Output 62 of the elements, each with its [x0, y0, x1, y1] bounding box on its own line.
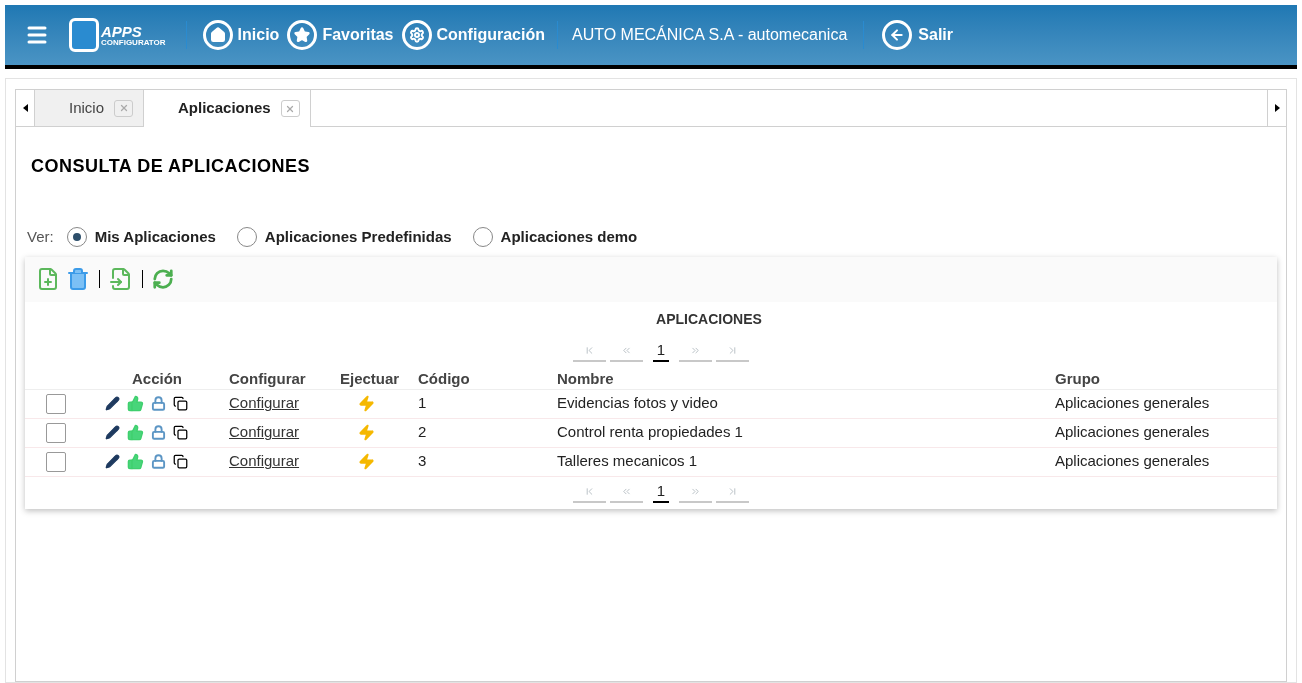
code-cell-text: 3: [418, 451, 428, 472]
page-number: 1: [652, 339, 670, 362]
nav-link[interactable]: Favoritas: [287, 20, 394, 50]
nav-link[interactable]: Inicio: [202, 20, 280, 50]
configure-link[interactable]: Configurar: [229, 450, 340, 473]
column-header: Configurar: [229, 368, 307, 389]
column-header: Nombre: [557, 368, 615, 389]
pencil-icon[interactable]: [105, 425, 120, 440]
column-header: Grupo: [1055, 368, 1101, 389]
name-cell-text: Control renta propiedades 1: [557, 422, 744, 443]
tab[interactable]: Aplicaciones: [144, 90, 311, 127]
logout-link[interactable]: Salir: [882, 20, 953, 50]
grid-caption: APLICACIONES: [655, 309, 763, 329]
nav-link[interactable]: Configuración: [401, 20, 545, 50]
thumbs-up-icon[interactable]: [127, 395, 144, 412]
copy-icon[interactable]: [173, 425, 188, 440]
group-cell-text: Aplicaciones generales: [1055, 422, 1211, 443]
trash-icon[interactable]: [66, 267, 90, 291]
close-icon[interactable]: [280, 100, 300, 117]
configure-link[interactable]: Configurar: [229, 421, 340, 444]
thumbs-up-icon[interactable]: [127, 424, 144, 441]
refresh-icon[interactable]: [152, 268, 174, 290]
logo-subtext: CONFIGURATOR: [101, 38, 166, 47]
lock-icon[interactable]: [151, 425, 166, 440]
pencil-icon[interactable]: [105, 454, 120, 469]
row-checkbox[interactable]: [46, 393, 66, 414]
lock-icon[interactable]: [151, 396, 166, 411]
radio-option[interactable]: Aplicaciones Predefinidas: [236, 226, 452, 249]
close-icon[interactable]: [114, 99, 134, 117]
pencil-icon[interactable]: [105, 396, 120, 411]
row-checkbox[interactable]: [46, 422, 66, 443]
page-title: CONSULTA DE APLICACIONES: [31, 155, 311, 178]
page-number: 1: [652, 480, 670, 503]
group-cell-text: Aplicaciones generales: [1055, 451, 1211, 472]
thumbs-up-icon[interactable]: [127, 453, 144, 470]
lightning-icon[interactable]: [358, 424, 375, 441]
radio-option[interactable]: Mis Aplicaciones: [66, 226, 216, 249]
group-cell-text: Aplicaciones generales: [1055, 393, 1211, 414]
name-cell-text: Talleres mecanicos 1: [557, 451, 699, 472]
configure-link[interactable]: Configurar: [229, 392, 340, 415]
copy-icon[interactable]: [173, 396, 188, 411]
column-header: Ejectuar: [340, 368, 401, 389]
row-checkbox[interactable]: [46, 451, 66, 472]
view-label: Ver:: [27, 227, 54, 247]
logo-text: APPS: [101, 23, 143, 39]
lightning-icon[interactable]: [358, 453, 375, 470]
company-name: AUTO MECÁNICA S.A - automecanica: [571, 24, 848, 45]
house-icon: [202, 20, 233, 50]
arrow-left-icon: [882, 20, 913, 50]
column-header: Acción: [131, 368, 183, 389]
settings-icon: [401, 20, 432, 50]
lock-icon[interactable]: [151, 454, 166, 469]
file-import-icon[interactable]: [109, 267, 133, 291]
code-cell-text: 1: [418, 393, 428, 414]
column-header: Código: [418, 368, 471, 389]
new-file-icon[interactable]: [36, 267, 60, 291]
lightning-icon[interactable]: [358, 395, 375, 412]
radio-option[interactable]: Aplicaciones demo: [472, 226, 638, 249]
copy-icon[interactable]: [173, 454, 188, 469]
name-cell-text: Evidencias fotos y video: [557, 393, 719, 414]
tab[interactable]: Inicio: [35, 90, 145, 126]
code-cell-text: 2: [418, 422, 428, 443]
